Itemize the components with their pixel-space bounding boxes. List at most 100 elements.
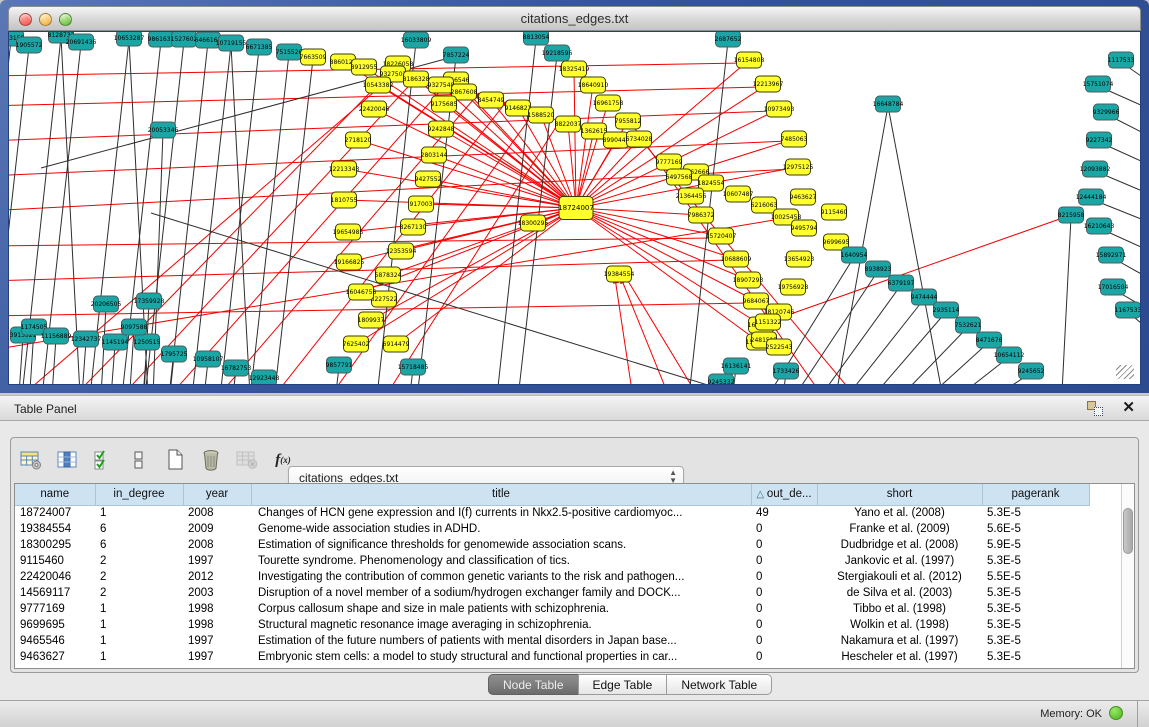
graph-node[interactable]: 16033809: [401, 32, 432, 48]
graph-node[interactable]: 15718485: [398, 359, 429, 375]
graph-node[interactable]: 7485063: [781, 131, 808, 147]
cell-year[interactable]: 2008: [183, 505, 251, 521]
cell-pagerank[interactable]: 5.3E-5: [982, 617, 1089, 633]
cell-out_degree[interactable]: 0: [751, 649, 817, 665]
graph-node[interactable]: 1640954: [841, 247, 868, 263]
cell-short[interactable]: Hescheler et al. (1997): [817, 649, 982, 665]
graph-node[interactable]: 9463627: [790, 189, 817, 205]
graph-node[interactable]: 7986372: [688, 207, 715, 223]
graph-node[interactable]: 9427552: [415, 171, 442, 187]
graph-node[interactable]: 7532621: [955, 317, 982, 333]
cell-in_degree[interactable]: 2: [95, 553, 183, 569]
float-panel-icon[interactable]: [1087, 401, 1103, 416]
graph-node[interactable]: 8471676: [976, 332, 1003, 348]
graph-node[interactable]: 12213343: [329, 161, 360, 177]
graph-node[interactable]: 15720407: [706, 228, 737, 244]
vertical-scrollbar[interactable]: [1121, 484, 1134, 668]
graph-node[interactable]: 19384554: [604, 266, 635, 282]
graph-node[interactable]: 6497568: [666, 169, 693, 185]
graph-node[interactable]: 16961758: [593, 95, 624, 111]
memory-status-icon[interactable]: [1109, 706, 1123, 720]
cell-year[interactable]: 1998: [183, 617, 251, 633]
graph-node[interactable]: 7515526: [276, 44, 303, 60]
cell-title[interactable]: Changes of HCN gene expression and I(f) …: [251, 505, 751, 521]
graph-node[interactable]: 1145194: [102, 334, 129, 350]
graph-node[interactable]: 8186328: [403, 71, 430, 87]
cell-pagerank[interactable]: 5.6E-5: [982, 521, 1089, 537]
cell-title[interactable]: Disruption of a novel member of a sodium…: [251, 585, 751, 601]
cell-in_degree[interactable]: 2: [95, 585, 183, 601]
graph-node[interactable]: 1810755: [331, 192, 358, 208]
column-header-title[interactable]: title: [251, 484, 751, 505]
cell-name[interactable]: 9465546: [15, 633, 95, 649]
cell-year[interactable]: 2008: [183, 537, 251, 553]
select-all-rows-icon[interactable]: [91, 448, 115, 472]
cell-in_degree[interactable]: 2: [95, 569, 183, 585]
cell-name[interactable]: 19384554: [15, 521, 95, 537]
graph-node[interactable]: 10958107: [193, 351, 224, 367]
cell-short[interactable]: de Silva et al. (2003): [817, 585, 982, 601]
cell-in_degree[interactable]: 1: [95, 617, 183, 633]
graph-node[interactable]: 6914479: [383, 336, 410, 352]
cell-title[interactable]: Embryonic stem cells: a model to study s…: [251, 649, 751, 665]
cell-in_degree[interactable]: 1: [95, 505, 183, 521]
graph-node[interactable]: 19218596: [542, 45, 573, 61]
graph-node[interactable]: 10653287: [114, 32, 145, 46]
graph-node[interactable]: 9245652: [1018, 363, 1045, 379]
graph-node[interactable]: 5878324: [375, 267, 402, 283]
graph-node[interactable]: 9245332: [708, 374, 735, 384]
graph-node[interactable]: 18300295: [518, 215, 549, 231]
graph-node[interactable]: 1527602: [171, 32, 198, 47]
graph-node[interactable]: 7857224: [443, 47, 470, 63]
cell-pagerank[interactable]: 5.9E-5: [982, 537, 1089, 553]
cell-short[interactable]: Jankovic et al. (1997): [817, 553, 982, 569]
cell-year[interactable]: 1997: [183, 633, 251, 649]
graph-node[interactable]: 1733426: [773, 363, 800, 379]
graph-node[interactable]: 20206505: [91, 296, 122, 312]
graph-node[interactable]: 19166825: [334, 254, 365, 270]
graph-node[interactable]: 7955812: [615, 113, 642, 129]
cell-pagerank[interactable]: 5.3E-5: [982, 601, 1089, 617]
cell-name[interactable]: 22420046: [15, 569, 95, 585]
graph-node[interactable]: 21364456: [676, 188, 707, 204]
cell-title[interactable]: Structural magnetic resonance image aver…: [251, 617, 751, 633]
cell-out_degree[interactable]: 0: [751, 585, 817, 601]
graph-node[interactable]: 10719155: [216, 35, 247, 51]
graph-node[interactable]: 20053346: [148, 122, 179, 138]
graph-node[interactable]: 2718120: [345, 132, 372, 148]
row-layout-icon[interactable]: [127, 448, 151, 472]
graph-node[interactable]: 10654112: [994, 347, 1025, 363]
graph-node[interactable]: 8912955: [351, 59, 378, 75]
graph-node[interactable]: 19756928: [778, 279, 809, 295]
table-row[interactable]: 946554611997Estimation of the future num…: [15, 633, 1089, 649]
graph-node[interactable]: 6379197: [888, 275, 915, 291]
graph-node[interactable]: 9227342: [1086, 132, 1113, 148]
tab-network-table[interactable]: Network Table: [666, 674, 772, 695]
cell-out_degree[interactable]: 0: [751, 521, 817, 537]
graph-node[interactable]: 16210643: [1084, 218, 1115, 234]
cell-out_degree[interactable]: 0: [751, 553, 817, 569]
cell-title[interactable]: Estimation of the future numbers of pati…: [251, 633, 751, 649]
graph-node[interactable]: 6671385: [246, 39, 273, 55]
graph-node[interactable]: 2522543: [766, 339, 793, 355]
graph-node[interactable]: 9097588: [121, 319, 148, 335]
cell-pagerank[interactable]: 5.3E-5: [982, 505, 1089, 521]
cell-short[interactable]: Tibbo et al. (1998): [817, 601, 982, 617]
graph-node[interactable]: 12213967: [753, 76, 784, 92]
cell-name[interactable]: 9699695: [15, 617, 95, 633]
cell-name[interactable]: 18724007: [15, 505, 95, 521]
cell-year[interactable]: 2009: [183, 521, 251, 537]
cell-short[interactable]: Stergiakouli et al. (2012): [817, 569, 982, 585]
table-row[interactable]: 911546021997Tourette syndrome. Phenomeno…: [15, 553, 1089, 569]
column-visibility-icon[interactable]: [55, 448, 79, 472]
tab-edge-table[interactable]: Edge Table: [578, 674, 668, 695]
graph-node[interactable]: 22420046: [359, 101, 390, 117]
graph-node[interactable]: 1250515: [134, 334, 161, 350]
graph-node[interactable]: 6734028: [626, 131, 653, 147]
new-column-icon[interactable]: [163, 448, 187, 472]
cell-short[interactable]: Yano et al. (2008): [817, 505, 982, 521]
graph-node[interactable]: 917003: [409, 196, 434, 212]
cell-year[interactable]: 1997: [183, 649, 251, 665]
network-view-window[interactable]: citations_edges.txt 89031591905572812873…: [0, 0, 1149, 393]
cell-short[interactable]: Dudbridge et al. (2008): [817, 537, 982, 553]
